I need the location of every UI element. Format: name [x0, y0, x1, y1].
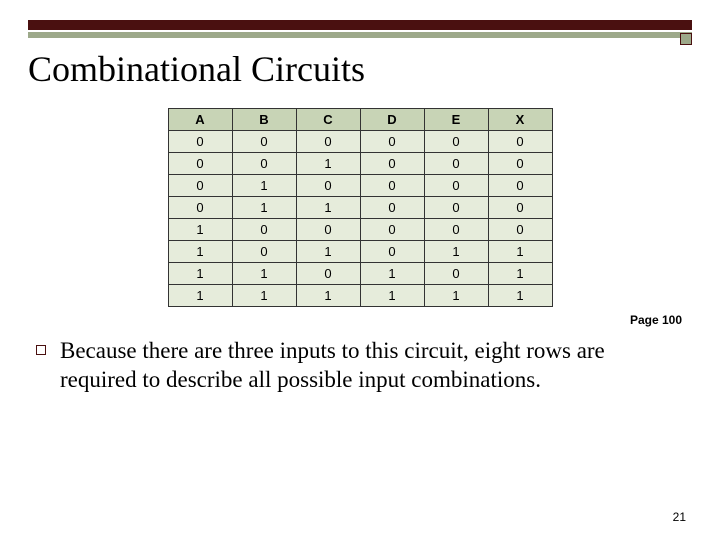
cell: 0 [360, 197, 424, 219]
truth-table-wrap: A B C D E X 0 0 0 0 0 0 0 [28, 108, 692, 307]
cell: 0 [296, 219, 360, 241]
col-header: A [168, 109, 232, 131]
cell: 0 [232, 131, 296, 153]
corner-decoration [680, 33, 692, 45]
cell: 1 [488, 285, 552, 307]
cell: 1 [360, 285, 424, 307]
cell: 1 [232, 175, 296, 197]
cell: 0 [488, 175, 552, 197]
header-rules [28, 20, 692, 38]
col-header: X [488, 109, 552, 131]
cell: 1 [232, 197, 296, 219]
table-row: 0 1 0 0 0 0 [168, 175, 552, 197]
cell: 1 [296, 197, 360, 219]
cell: 0 [488, 197, 552, 219]
cell: 1 [232, 285, 296, 307]
cell: 0 [232, 153, 296, 175]
cell: 1 [488, 263, 552, 285]
table-header-row: A B C D E X [168, 109, 552, 131]
cell: 0 [232, 241, 296, 263]
cell: 0 [424, 219, 488, 241]
cell: 1 [296, 241, 360, 263]
table-row: 0 0 1 0 0 0 [168, 153, 552, 175]
table-row: 1 0 1 0 1 1 [168, 241, 552, 263]
table-body: 0 0 0 0 0 0 0 0 1 0 0 0 0 1 [168, 131, 552, 307]
cell: 0 [296, 131, 360, 153]
cell: 0 [168, 153, 232, 175]
page-reference: Page 100 [28, 313, 682, 327]
cell: 1 [232, 263, 296, 285]
cell: 0 [296, 175, 360, 197]
cell: 0 [360, 131, 424, 153]
cell: 0 [488, 131, 552, 153]
cell: 1 [168, 263, 232, 285]
cell: 0 [424, 197, 488, 219]
cell: 1 [168, 219, 232, 241]
slide-number: 21 [673, 510, 686, 524]
table-row: 1 1 0 1 0 1 [168, 263, 552, 285]
cell: 0 [424, 131, 488, 153]
cell: 1 [296, 285, 360, 307]
col-header: D [360, 109, 424, 131]
cell: 0 [360, 219, 424, 241]
cell: 0 [296, 263, 360, 285]
square-bullet-icon [36, 345, 46, 355]
cell: 0 [360, 175, 424, 197]
cell: 1 [488, 241, 552, 263]
page-title: Combinational Circuits [28, 48, 692, 90]
table-row: 1 0 0 0 0 0 [168, 219, 552, 241]
table-row: 0 0 0 0 0 0 [168, 131, 552, 153]
cell: 1 [168, 241, 232, 263]
body-paragraph: Because there are three inputs to this c… [60, 337, 684, 395]
table-row: 1 1 1 1 1 1 [168, 285, 552, 307]
cell: 0 [488, 153, 552, 175]
cell: 0 [168, 131, 232, 153]
cell: 0 [360, 241, 424, 263]
cell: 0 [232, 219, 296, 241]
body-bullet: Because there are three inputs to this c… [28, 337, 692, 395]
table-row: 0 1 1 0 0 0 [168, 197, 552, 219]
cell: 0 [424, 153, 488, 175]
rule-dark [28, 20, 692, 30]
cell: 0 [424, 263, 488, 285]
cell: 0 [424, 175, 488, 197]
cell: 1 [360, 263, 424, 285]
cell: 1 [168, 285, 232, 307]
cell: 0 [168, 175, 232, 197]
col-header: B [232, 109, 296, 131]
cell: 1 [296, 153, 360, 175]
rule-light [28, 32, 692, 38]
cell: 0 [488, 219, 552, 241]
col-header: E [424, 109, 488, 131]
cell: 1 [424, 285, 488, 307]
slide: Combinational Circuits A B C D E X 0 0 0… [0, 0, 720, 540]
col-header: C [296, 109, 360, 131]
cell: 1 [424, 241, 488, 263]
cell: 0 [360, 153, 424, 175]
cell: 0 [168, 197, 232, 219]
truth-table: A B C D E X 0 0 0 0 0 0 0 [168, 108, 553, 307]
